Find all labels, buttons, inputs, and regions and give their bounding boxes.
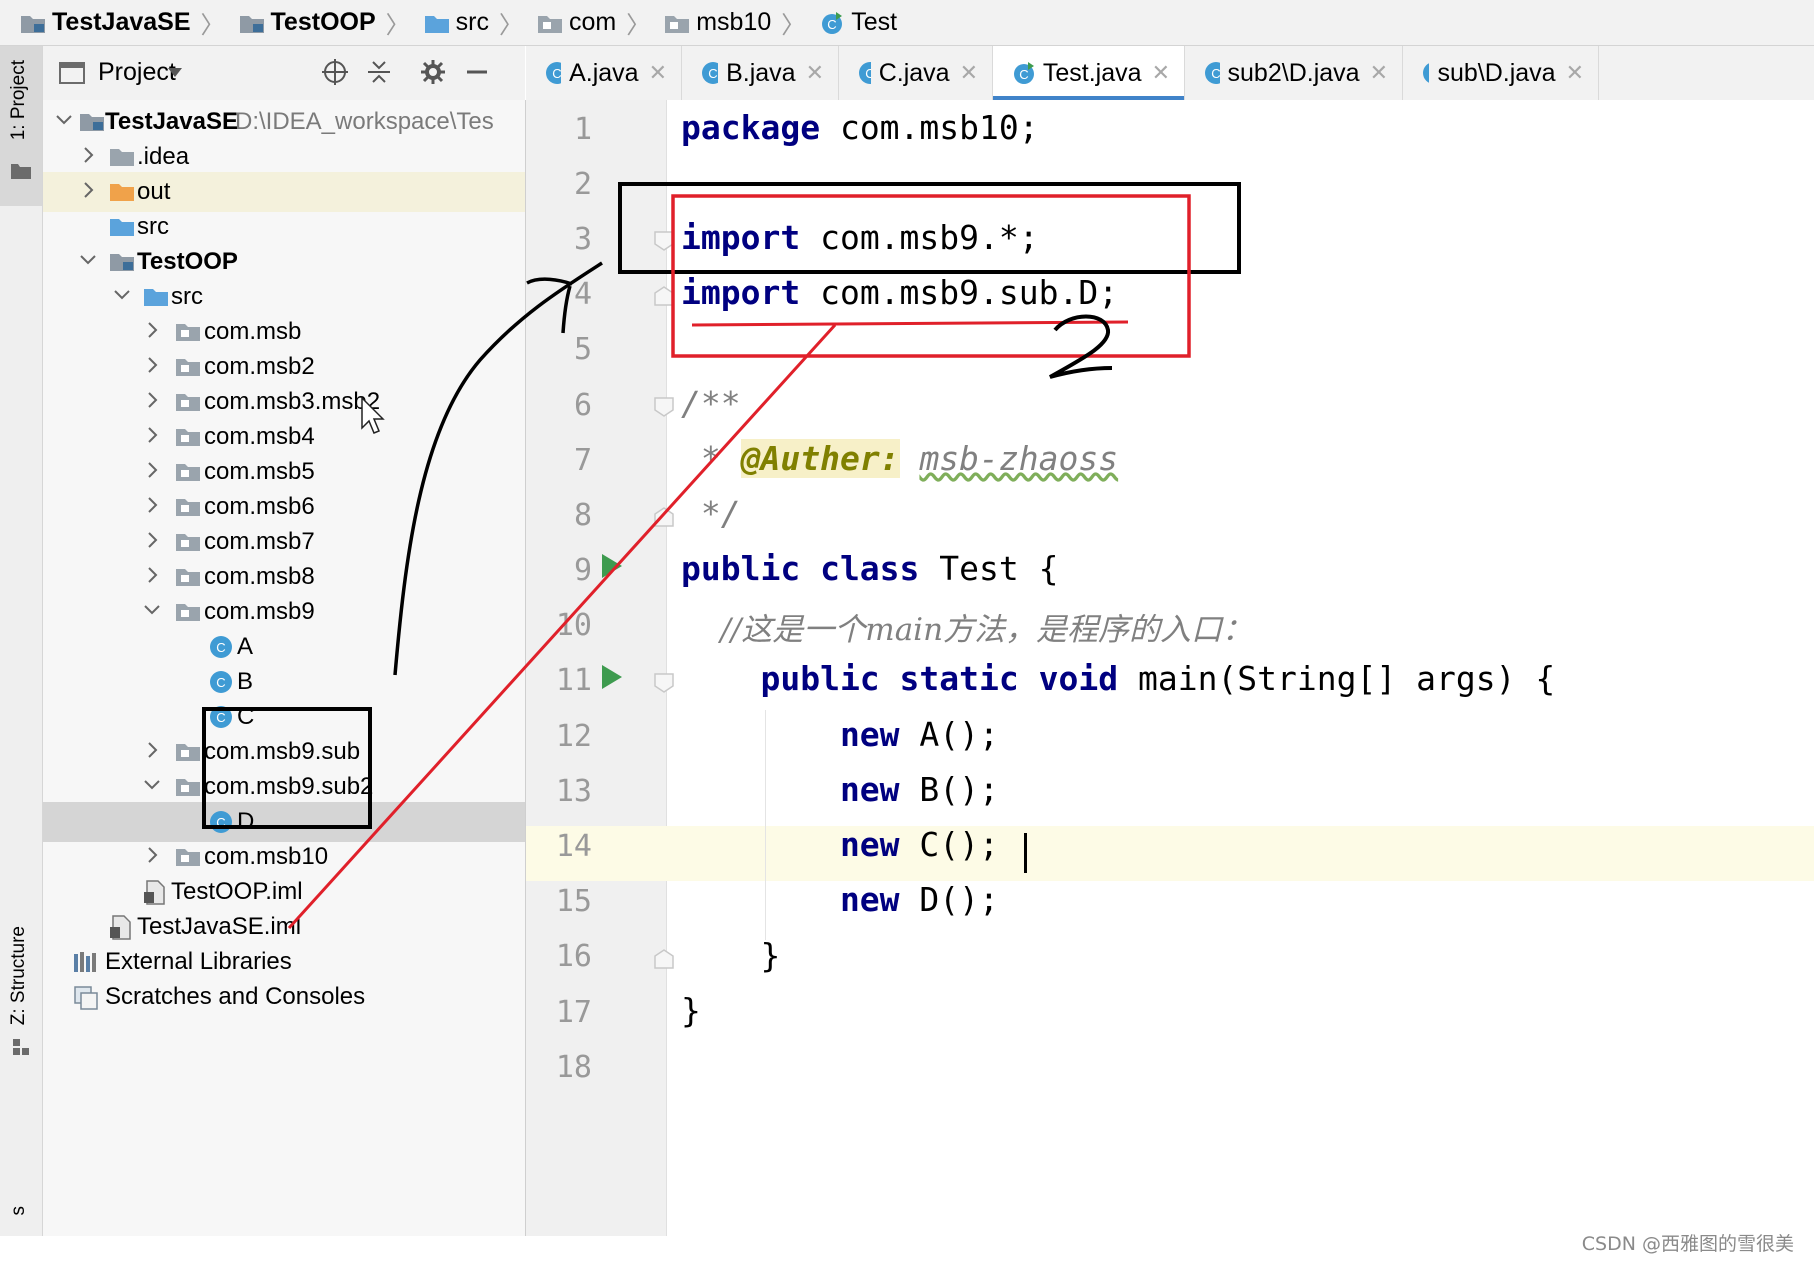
black-box-classes-abc bbox=[202, 707, 372, 829]
mouse-cursor-icon bbox=[361, 396, 385, 434]
markup-overlay bbox=[202, 182, 1241, 930]
handwritten-mark-2 bbox=[1049, 314, 1113, 379]
black-curved-arrow bbox=[393, 261, 603, 676]
watermark: CSDN @西雅图的雪很美 bbox=[1581, 1233, 1794, 1255]
red-box-imports bbox=[671, 194, 1191, 358]
